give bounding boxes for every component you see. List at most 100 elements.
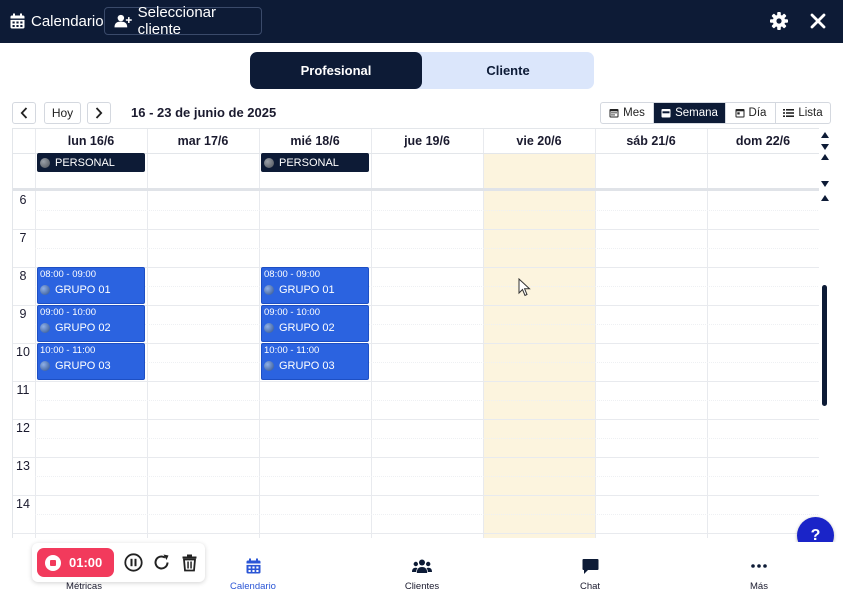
event-title: GRUPO 03 bbox=[55, 360, 111, 372]
allday-event[interactable]: PERSONAL bbox=[37, 153, 145, 172]
scroll-down-icon[interactable] bbox=[821, 144, 829, 150]
day-header-sat[interactable]: sáb 21/6 bbox=[595, 129, 707, 153]
today-button[interactable]: Hoy bbox=[44, 102, 81, 124]
avatar-dot-icon bbox=[40, 361, 50, 371]
half-hour-line bbox=[35, 248, 819, 249]
event-title-row: GRUPO 02 bbox=[264, 322, 335, 334]
select-client-button[interactable]: Seleccionar cliente bbox=[104, 4, 262, 38]
hour-label: 12 bbox=[16, 421, 30, 435]
allday-event[interactable]: PERSONAL bbox=[261, 153, 369, 172]
hour-line bbox=[13, 381, 819, 382]
prev-week-button[interactable] bbox=[12, 102, 36, 124]
day-header-sun[interactable]: dom 22/6 bbox=[707, 129, 819, 153]
half-hour-line bbox=[35, 400, 819, 401]
scroll-down-icon[interactable] bbox=[821, 181, 829, 187]
nav-calendario[interactable]: Calendario bbox=[203, 542, 303, 600]
nav-mas[interactable]: Más bbox=[709, 542, 809, 600]
day-header-fri[interactable]: vie 20/6 bbox=[483, 129, 595, 153]
scroll-up-icon[interactable] bbox=[821, 132, 829, 138]
allday-divider bbox=[13, 188, 819, 191]
calendar-event[interactable]: 09:00 - 10:00 GRUPO 02 bbox=[261, 305, 369, 342]
calendar-event[interactable]: 10:00 - 11:00 GRUPO 03 bbox=[261, 343, 369, 380]
calendar-icon bbox=[10, 13, 25, 29]
week-calendar: lun 16/6 mar 17/6 mié 18/6 jue 19/6 vie … bbox=[12, 128, 819, 538]
tab-profesional[interactable]: Profesional bbox=[250, 52, 422, 89]
view-week-button[interactable]: Semana bbox=[654, 103, 726, 123]
nav-label: Clientes bbox=[404, 581, 440, 592]
hour-label: 11 bbox=[16, 383, 30, 397]
calendar-title: Calendario bbox=[31, 12, 104, 30]
scroll-up-icon[interactable] bbox=[821, 195, 829, 201]
half-hour-line bbox=[35, 438, 819, 439]
event-title: GRUPO 02 bbox=[279, 322, 335, 334]
gear-icon[interactable] bbox=[770, 12, 788, 30]
avatar-dot-icon bbox=[40, 157, 50, 168]
chevron-right-icon bbox=[95, 107, 103, 119]
view-mode-segment: Profesional Cliente bbox=[250, 52, 594, 89]
hour-label: 13 bbox=[16, 459, 30, 473]
event-time: 10:00 - 11:00 bbox=[264, 345, 320, 356]
calendar-icon bbox=[609, 109, 619, 118]
event-time: 08:00 - 09:00 bbox=[40, 269, 96, 280]
event-title-row: GRUPO 03 bbox=[40, 360, 111, 372]
scroll-up-icon[interactable] bbox=[821, 154, 829, 160]
hour-label: 14 bbox=[16, 497, 30, 511]
calendar-title-button[interactable]: Calendario bbox=[10, 10, 104, 32]
next-week-button[interactable] bbox=[87, 102, 111, 124]
avatar-dot-icon bbox=[264, 361, 274, 371]
nav-clientes[interactable]: Clientes bbox=[372, 542, 472, 600]
event-title: GRUPO 02 bbox=[55, 322, 111, 334]
nav-label: Calendario bbox=[230, 581, 276, 592]
nav-chat[interactable]: Chat bbox=[540, 542, 640, 600]
hour-line bbox=[13, 495, 819, 496]
day-header-mon[interactable]: lun 16/6 bbox=[35, 129, 147, 153]
event-time: 09:00 - 10:00 bbox=[264, 307, 320, 318]
event-title-row: GRUPO 03 bbox=[264, 360, 335, 372]
calendar-event[interactable]: 09:00 - 10:00 GRUPO 02 bbox=[37, 305, 145, 342]
stop-icon bbox=[45, 554, 61, 571]
avatar-dot-icon bbox=[264, 323, 274, 333]
view-week-label: Semana bbox=[675, 107, 718, 119]
timer-stop-button[interactable]: 01:00 bbox=[37, 548, 114, 577]
view-month-button[interactable]: Mes bbox=[601, 103, 654, 123]
nav-label: Métricas bbox=[66, 581, 102, 592]
calendar-day-icon bbox=[735, 109, 745, 118]
calendar-week-icon bbox=[661, 109, 671, 118]
hour-label: 6 bbox=[19, 193, 27, 207]
pause-icon[interactable] bbox=[124, 553, 143, 572]
event-title: GRUPO 01 bbox=[279, 284, 335, 296]
today-column-highlight bbox=[483, 154, 595, 538]
nav-label: Chat bbox=[579, 581, 601, 592]
view-day-button[interactable]: Día bbox=[726, 103, 776, 123]
half-hour-line bbox=[35, 362, 819, 363]
calendar-event[interactable]: 08:00 - 09:00 GRUPO 01 bbox=[261, 267, 369, 304]
scrollbar-thumb[interactable] bbox=[822, 285, 827, 406]
hour-label: 10 bbox=[16, 345, 30, 359]
top-bar: Calendario Seleccionar cliente bbox=[0, 0, 843, 43]
select-client-label: Seleccionar cliente bbox=[137, 4, 217, 38]
calendar-event[interactable]: 10:00 - 11:00 GRUPO 03 bbox=[37, 343, 145, 380]
date-range-title: 16 - 23 de junio de 2025 bbox=[131, 105, 277, 120]
list-icon bbox=[783, 109, 795, 117]
view-day-label: Día bbox=[748, 107, 767, 119]
event-title: GRUPO 01 bbox=[55, 284, 111, 296]
hour-line bbox=[13, 457, 819, 458]
view-list-button[interactable]: Lista bbox=[776, 103, 830, 123]
event-time: 08:00 - 09:00 bbox=[264, 269, 320, 280]
close-icon[interactable] bbox=[809, 12, 827, 30]
trash-icon[interactable] bbox=[180, 553, 199, 572]
restart-icon[interactable] bbox=[152, 553, 171, 572]
chevron-left-icon bbox=[20, 107, 28, 119]
avatar-dot-icon bbox=[264, 285, 274, 295]
day-header-thu[interactable]: jue 19/6 bbox=[371, 129, 483, 153]
day-header-wed[interactable]: mié 18/6 bbox=[259, 129, 371, 153]
avatar-dot-icon bbox=[40, 285, 50, 295]
calendar-event[interactable]: 08:00 - 09:00 GRUPO 01 bbox=[37, 267, 145, 304]
day-header-tue[interactable]: mar 17/6 bbox=[147, 129, 259, 153]
tab-cliente[interactable]: Cliente bbox=[422, 52, 594, 89]
hour-line bbox=[13, 533, 819, 534]
hour-label: 8 bbox=[19, 269, 27, 283]
timer-widget: 01:00 bbox=[32, 543, 205, 582]
calendar-icon bbox=[243, 557, 263, 575]
half-hour-line bbox=[35, 324, 819, 325]
